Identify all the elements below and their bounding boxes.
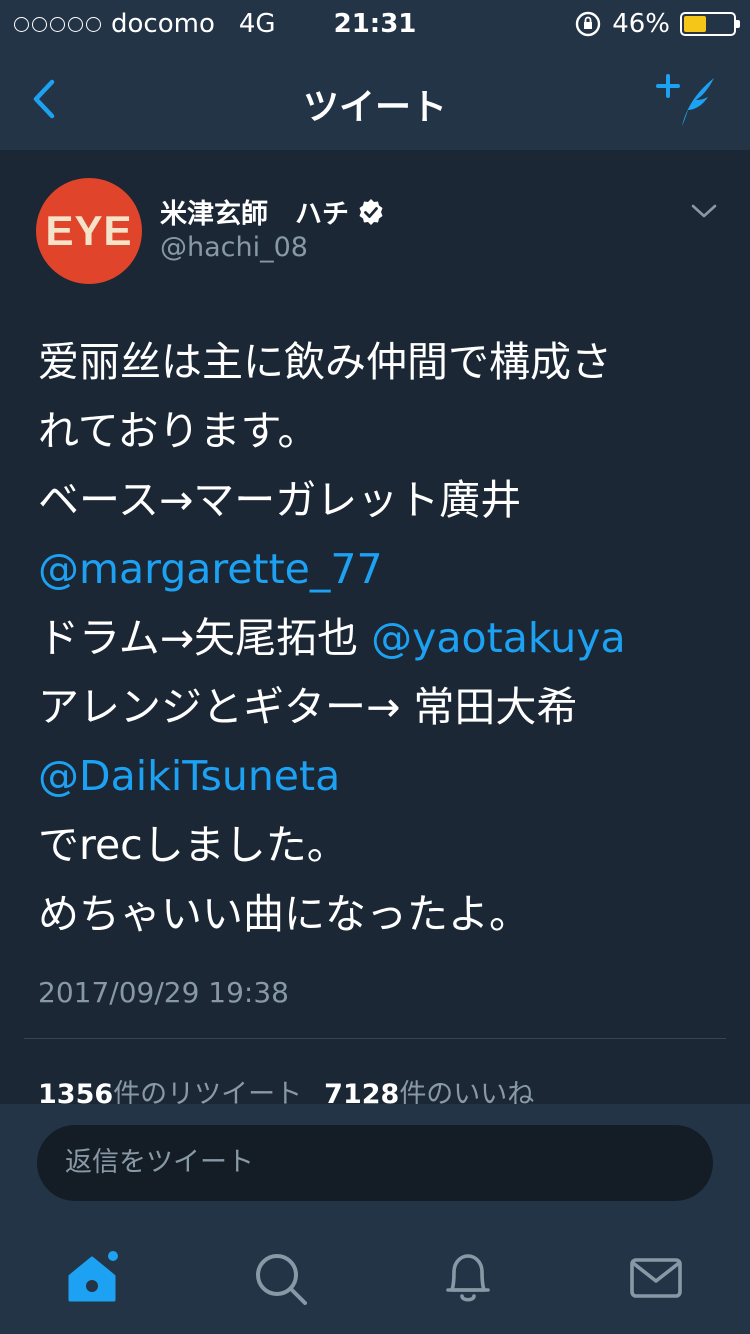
- reply-input[interactable]: 返信をツイート: [37, 1125, 713, 1201]
- battery-fill: [684, 16, 707, 32]
- status-bar: docomo 4G 21:31 46%: [0, 0, 750, 48]
- chevron-down-icon[interactable]: [690, 202, 718, 220]
- tweet-line: でrecしました。: [38, 821, 348, 869]
- compose-tweet-icon[interactable]: [656, 70, 720, 130]
- divider: [24, 1038, 726, 1039]
- display-name[interactable]: 米津玄師 ハチ: [160, 192, 385, 231]
- nav-bar: ツイート: [0, 48, 750, 150]
- user-handle[interactable]: @hachi_08: [160, 232, 308, 263]
- tweet-timestamp: 2017/09/29 19:38: [38, 976, 289, 1009]
- page-title: ツイート: [302, 87, 447, 128]
- tweet-line: 爱丽丝は主に飲み仲間で構成さ: [38, 338, 612, 386]
- tweet-line: ベース→マーガレット廣井: [38, 476, 522, 524]
- rotation-lock-icon: [576, 11, 601, 37]
- battery-percent: 46%: [612, 9, 670, 39]
- battery-icon: [680, 12, 740, 36]
- tweet-line: ドラム→矢尾拓也 @yaotakuya: [38, 604, 728, 673]
- search-icon[interactable]: [250, 1248, 310, 1308]
- mention-link[interactable]: @yaotakuya: [371, 614, 626, 662]
- tab-bar: [0, 1220, 750, 1334]
- avatar[interactable]: EYE: [36, 178, 142, 284]
- home-icon[interactable]: [64, 1248, 124, 1308]
- mention-link[interactable]: @margarette_77: [38, 535, 728, 604]
- tweet-line: アレンジとギター→ 常田大希: [38, 683, 578, 731]
- mention-link[interactable]: @DaikiTsuneta: [38, 742, 728, 811]
- mail-icon[interactable]: [626, 1248, 686, 1308]
- verified-badge-icon: [359, 198, 383, 225]
- tweet-line: めちゃいい曲になったよ。: [38, 890, 530, 938]
- tweet-line: れております。: [38, 407, 319, 455]
- bell-icon[interactable]: [438, 1248, 498, 1308]
- reply-bar: 返信をツイート: [0, 1104, 750, 1220]
- display-name-text: 米津玄師 ハチ: [160, 199, 349, 230]
- tweet-text: 爱丽丝は主に飲み仲間で構成さ れております。 ベース→マーガレット廣井 @mar…: [38, 328, 728, 949]
- tweet-line-text: ドラム→矢尾拓也: [38, 614, 372, 662]
